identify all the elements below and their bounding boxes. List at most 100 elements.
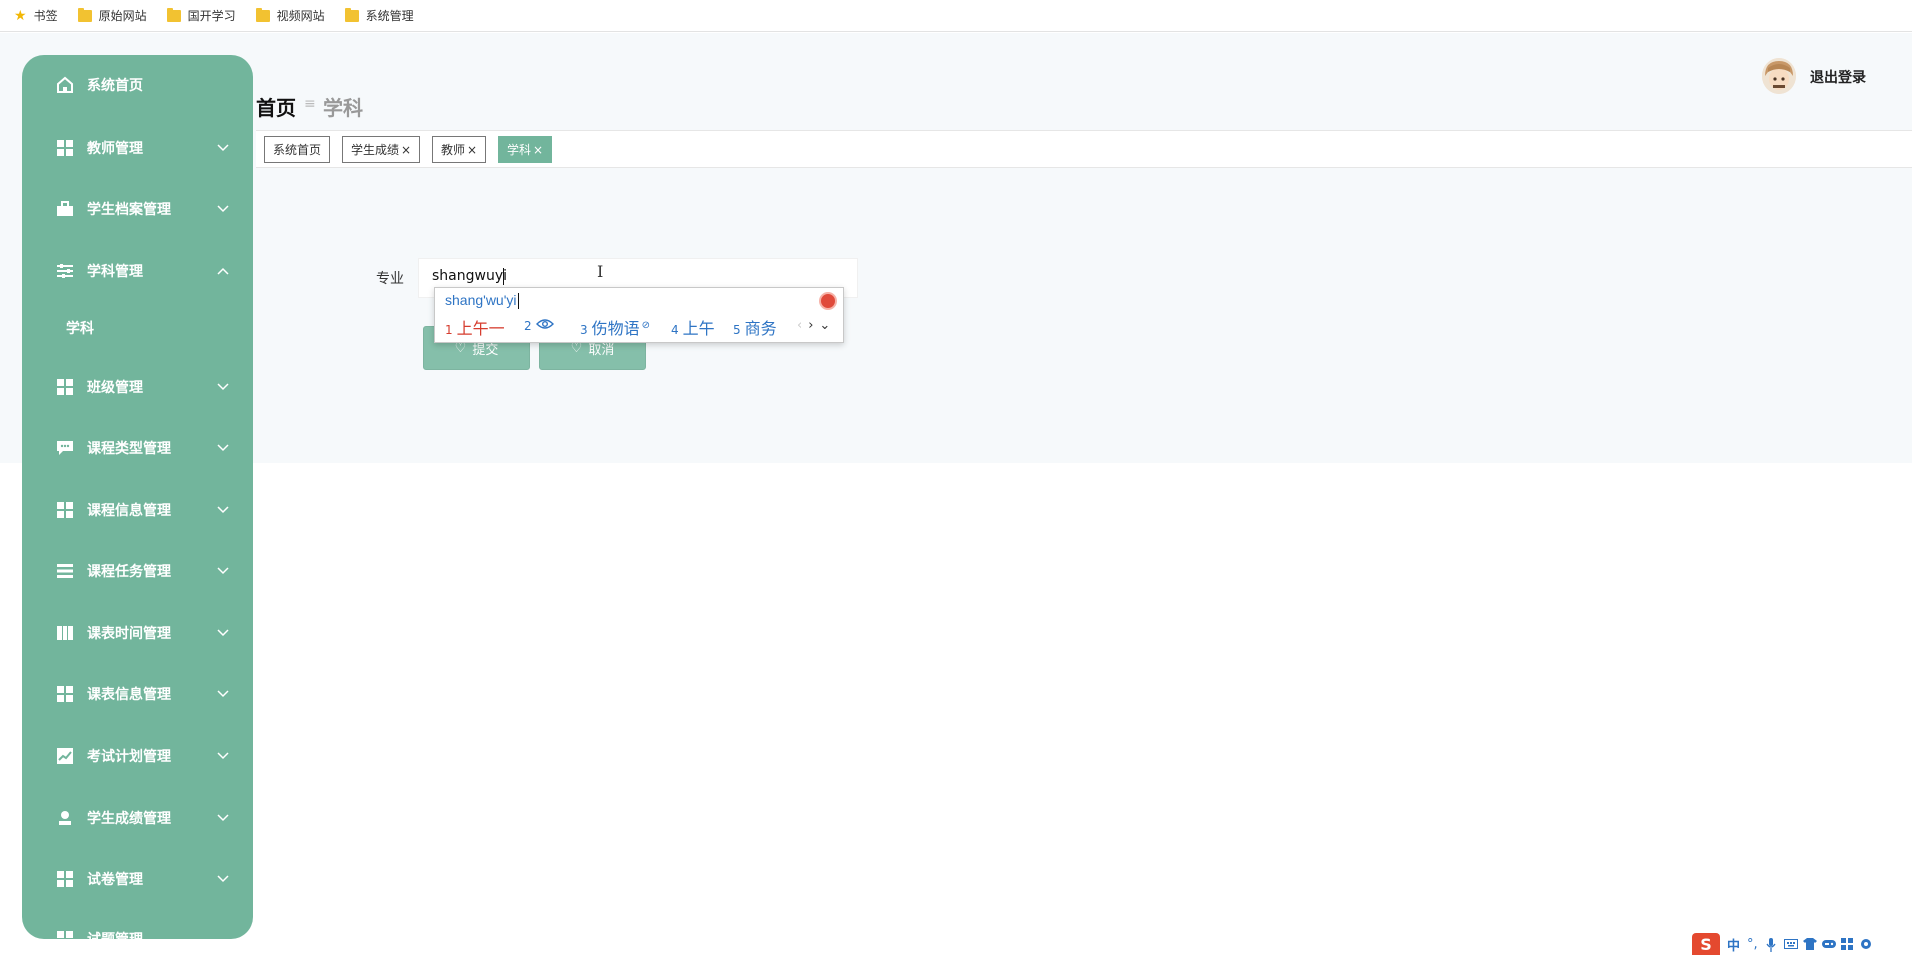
bookmark-label: 原始网站	[98, 9, 147, 23]
punctuation-toggle[interactable]: °,	[1747, 937, 1758, 952]
sidebar-item-label: 班级管理	[87, 380, 143, 396]
check-circle-icon: ⊘	[641, 320, 651, 331]
sidebar-item-student-grades[interactable]: 学生成绩管理	[22, 796, 253, 840]
chevron-right-icon[interactable]: ›	[808, 318, 813, 333]
microphone-icon[interactable]	[1765, 938, 1777, 952]
ime-candidate-text: 上午	[682, 319, 715, 338]
grid-icon	[56, 378, 74, 396]
sidebar-subitem-subject[interactable]: 学科	[66, 318, 94, 338]
keyboard-icon[interactable]	[1783, 938, 1798, 950]
bookmark-folder-sysadmin[interactable]: 系统管理	[344, 4, 414, 28]
ime-candidate-text: 上午一	[456, 319, 505, 338]
chevron-down-icon[interactable]: ⌄	[819, 318, 830, 333]
ime-pinyin-composition: shang'wu'yi	[445, 292, 519, 310]
ime-candidate-number: 4	[671, 323, 679, 337]
skin-shirt-icon[interactable]	[1802, 938, 1817, 950]
sidebar-item-timetable-time[interactable]: 课表时间管理	[22, 611, 253, 655]
close-icon[interactable]: ×	[467, 143, 477, 157]
ime-candidate-text: 伤物语	[591, 319, 640, 338]
chevron-down-icon	[217, 688, 229, 700]
bookmark-folder-video[interactable]: 视频网站	[255, 4, 325, 28]
ime-caret	[517, 293, 519, 310]
sidebar-item-student-files[interactable]: 学生档案管理	[22, 187, 253, 231]
tab-student-grades[interactable]: 学生成绩 ×	[342, 136, 421, 163]
chevron-down-icon	[217, 565, 229, 577]
eye-icon	[535, 315, 554, 334]
grid-icon	[56, 930, 74, 939]
folder-icon	[344, 7, 359, 22]
folder-icon	[77, 7, 92, 22]
sogou-logo-icon[interactable]: S	[1692, 933, 1720, 955]
bookmark-label: 系统管理	[365, 9, 414, 23]
breadcrumb-current: 学科	[323, 96, 363, 120]
ime-pagination: ‹ › ⌄	[797, 318, 830, 333]
grid-icon	[56, 501, 74, 519]
tab-subject[interactable]: 学科 ×	[498, 136, 553, 163]
bookmark-label: 书签	[33, 9, 58, 23]
sidebar-item-teachers[interactable]: 教师管理	[22, 126, 253, 170]
sogou-skin-icon[interactable]	[819, 292, 837, 310]
ime-candidate-5[interactable]: 5 商务	[733, 315, 777, 339]
sidebar-item-course-info[interactable]: 课程信息管理	[22, 488, 253, 532]
ime-candidate-number: 3	[580, 323, 588, 337]
sidebar-item-course-types[interactable]: 课程类型管理	[22, 426, 253, 470]
sidebar-item-exam-plans[interactable]: 考试计划管理	[22, 734, 253, 778]
gamepad-icon[interactable]	[1821, 938, 1836, 950]
sidebar-item-label: 学科管理	[87, 264, 143, 280]
sidebar-item-label: 课程信息管理	[87, 503, 171, 519]
sidebar-item-course-tasks[interactable]: 课程任务管理	[22, 549, 253, 593]
briefcase-icon	[56, 200, 74, 218]
bookmark-folder-guokai[interactable]: 国开学习	[166, 4, 236, 28]
ime-candidate-number: 2	[524, 319, 532, 333]
close-icon[interactable]: ×	[533, 143, 543, 157]
chevron-down-icon	[217, 504, 229, 516]
ime-candidate-1[interactable]: 1 上午一	[445, 315, 505, 339]
tab-label: 学生成绩	[351, 143, 400, 157]
sidebar-item-timetable-info[interactable]: 课表信息管理	[22, 672, 253, 716]
avatar[interactable]	[1762, 58, 1796, 94]
book-icon	[56, 624, 74, 642]
tab-teachers[interactable]: 教师 ×	[432, 136, 487, 163]
sidebar-item-subjects[interactable]: 学科管理	[22, 249, 253, 293]
sidebar-subitem-label: 学科	[66, 321, 94, 337]
sidebar-item-label: 教师管理	[87, 141, 143, 157]
tab-home[interactable]: 系统首页	[264, 136, 331, 163]
chevron-down-icon	[217, 203, 229, 215]
bookmark-folder-original-sites[interactable]: 原始网站	[77, 4, 147, 28]
chevron-down-icon	[217, 142, 229, 154]
sidebar-item-label: 试题管理	[87, 929, 143, 939]
ime-pinyin-text: shang'wu'yi	[445, 292, 517, 308]
ime-candidate-2[interactable]: 2	[524, 315, 554, 334]
breadcrumb-separator-icon: ≡	[304, 96, 316, 112]
apps-grid-icon[interactable]	[1840, 938, 1853, 950]
ime-candidate-number: 1	[445, 323, 453, 337]
ime-candidate-4[interactable]: 4 上午	[671, 315, 715, 339]
text-caret	[503, 268, 504, 285]
user-icon	[56, 809, 74, 827]
grid-icon	[56, 139, 74, 157]
sidebar-item-classes[interactable]: 班级管理	[22, 365, 253, 409]
bookmark-label: 国开学习	[187, 9, 236, 23]
chevron-down-icon	[217, 873, 229, 885]
settings-icon[interactable]	[1860, 938, 1872, 950]
chevron-down-icon	[217, 812, 229, 824]
chevron-down-icon	[217, 381, 229, 393]
sidebar-item-home[interactable]: 系统首页	[22, 63, 253, 107]
chat-icon	[56, 439, 74, 457]
chevron-down-icon	[217, 627, 229, 639]
tab-label: 学科	[507, 143, 532, 157]
sidebar-item-label: 课程类型管理	[87, 441, 171, 457]
sidebar-item-label: 课表信息管理	[87, 687, 171, 703]
ime-mode-toggle[interactable]: 中	[1727, 935, 1740, 954]
ime-candidate-3[interactable]: 3 伤物语 ⊘	[580, 315, 650, 339]
folder-icon	[166, 7, 181, 22]
sidebar-item-questions[interactable]: 试题管理	[22, 917, 253, 939]
bookmark-bookmarks[interactable]: ★ 书签	[14, 4, 58, 28]
chart-icon	[56, 747, 74, 765]
chevron-left-icon[interactable]: ‹	[797, 318, 802, 333]
sidebar-item-exam-papers[interactable]: 试卷管理	[22, 857, 253, 901]
breadcrumb-home[interactable]: 首页	[256, 92, 296, 121]
close-icon[interactable]: ×	[401, 143, 411, 157]
major-field-label: 专业	[376, 271, 404, 287]
logout-button[interactable]: 退出登录	[1810, 67, 1866, 87]
